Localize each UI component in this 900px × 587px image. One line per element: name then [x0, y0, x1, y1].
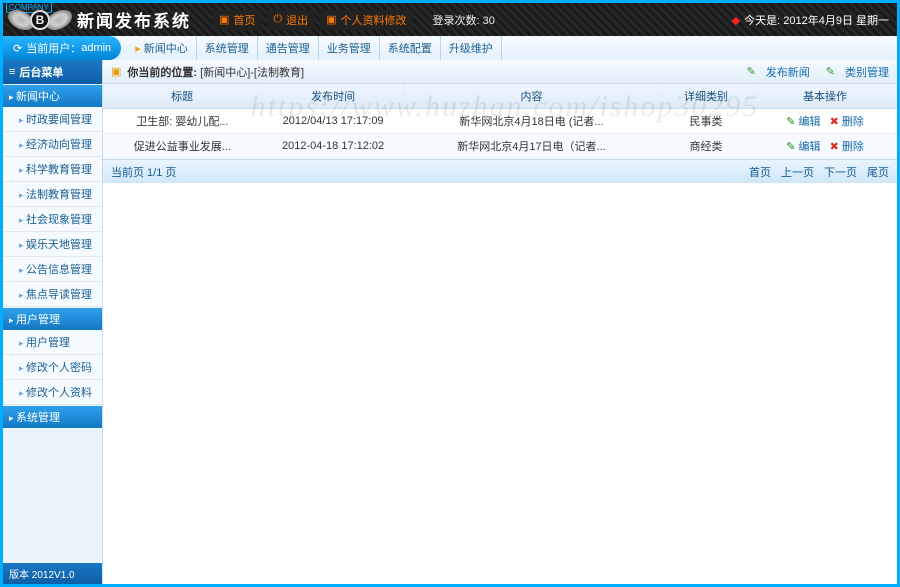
profile-label: 个人资料修改 — [341, 12, 407, 28]
tab-label: 新闻中心 — [144, 40, 188, 56]
tab-news-center[interactable]: ▸新闻中心 — [127, 36, 197, 60]
pager-status: 当前页 1/1 页 — [111, 164, 176, 180]
home-icon: ▣ — [219, 13, 229, 26]
pager-last[interactable]: 尾页 — [867, 164, 889, 180]
col-time: 发布时间 — [262, 84, 405, 109]
cell-title: 促进公益事业发展... — [103, 134, 262, 159]
sidebar-item[interactable]: 修改个人资料 — [3, 380, 102, 405]
content-panel: ▣ 你当前的位置: [新闻中心]-[法制教育] ✎发布新闻 ✎类别管理 标题 发… — [103, 60, 897, 584]
crumb-path: [新闻中心]-[法制教育] — [200, 64, 304, 80]
cell-time: 2012/04/13 17:17:09 — [262, 109, 405, 134]
pager-prev[interactable]: 上一页 — [781, 164, 814, 180]
app-title: 新闻发布系统 — [77, 7, 191, 32]
tab-label: 通告管理 — [266, 40, 310, 56]
home-label: 首页 — [233, 12, 255, 28]
tab-upgrade[interactable]: 升级维护 — [441, 36, 502, 60]
tab-label: 系统配置 — [388, 40, 432, 56]
topbar: B 新闻发布系统 ▣ 首页 ⏻ 退出 ▣ 个人资料修改 登录次数: 30 ◆今天是: … — [0, 0, 900, 36]
cell-title: 卫生部: 婴幼儿配... — [103, 109, 262, 134]
sidebar: ≡后台菜单 新闻中心 时政要闻管理 经济动向管理 科学教育管理 法制教育管理 社… — [3, 60, 103, 584]
delete-button[interactable]: 删除 — [830, 116, 864, 128]
menu-icon: ≡ — [9, 66, 15, 78]
table-row: 促进公益事业发展... 2012-04-18 17:12:02 新华网北京4月1… — [103, 134, 897, 159]
sidebar-item[interactable]: 社会现象管理 — [3, 207, 102, 232]
pager: 当前页 1/1 页 首页 上一页 下一页 尾页 — [103, 159, 897, 183]
breadcrumb: ▣ 你当前的位置: [新闻中心]-[法制教育] ✎发布新闻 ✎类别管理 — [103, 60, 897, 84]
cell-ops: 编辑 删除 — [754, 109, 897, 134]
main-area: ≡后台菜单 新闻中心 时政要闻管理 经济动向管理 科学教育管理 法制教育管理 社… — [0, 60, 900, 587]
folder-icon: ▸ — [135, 42, 141, 55]
sidebar-header: ≡后台菜单 — [3, 60, 102, 84]
profile-button[interactable]: ▣ 个人资料修改 — [320, 10, 412, 30]
cell-cat: 商经类 — [658, 134, 753, 159]
news-table: 标题 发布时间 内容 详细类别 基本操作 卫生部: 婴幼儿配... 2012/0… — [103, 84, 897, 159]
publish-icon: ✎ — [747, 65, 756, 78]
sidebar-item[interactable]: 修改个人密码 — [3, 355, 102, 380]
tab-label: 业务管理 — [327, 40, 371, 56]
sidebar-item[interactable]: 法制教育管理 — [3, 182, 102, 207]
edit-button[interactable]: 编辑 — [786, 116, 820, 128]
delete-button[interactable]: 删除 — [830, 141, 864, 153]
tabstrip: ⟳ 当前用户：admin ▸新闻中心 系统管理 通告管理 业务管理 系统配置 升… — [0, 36, 900, 60]
current-user-pill: ⟳ 当前用户：admin — [3, 36, 121, 60]
tab-label: 升级维护 — [449, 40, 493, 56]
category-mgmt-button[interactable]: ✎类别管理 — [826, 64, 889, 80]
cell-content: 新华网北京4月17日电（记者... — [405, 134, 659, 159]
sidebar-cat-system[interactable]: 系统管理 — [3, 406, 102, 428]
tab-system-config[interactable]: 系统配置 — [380, 36, 441, 60]
edit-button[interactable]: 编辑 — [786, 141, 820, 153]
cell-content: 新华网北京4月18日电 (记者... — [405, 109, 659, 134]
tab-business-mgmt[interactable]: 业务管理 — [319, 36, 380, 60]
pager-next[interactable]: 下一页 — [824, 164, 857, 180]
cell-ops: 编辑 删除 — [754, 134, 897, 159]
profile-icon: ▣ — [326, 13, 336, 26]
logout-button[interactable]: ⏻ 退出 — [267, 10, 314, 30]
col-cat: 详细类别 — [658, 84, 753, 109]
home-button[interactable]: ▣ 首页 — [213, 10, 261, 30]
col-ops: 基本操作 — [754, 84, 897, 109]
logout-label: 退出 — [286, 12, 308, 28]
login-count: 登录次数: 30 — [433, 12, 495, 28]
col-content: 内容 — [405, 84, 659, 109]
sidebar-item[interactable]: 经济动向管理 — [3, 132, 102, 157]
sidebar-cat-news[interactable]: 新闻中心 — [3, 85, 102, 107]
sidebar-item[interactable]: 科学教育管理 — [3, 157, 102, 182]
logo-icon: B — [11, 6, 69, 34]
sidebar-item[interactable]: 用户管理 — [3, 330, 102, 355]
cell-time: 2012-04-18 17:12:02 — [262, 134, 405, 159]
user-icon: ⟳ — [13, 42, 22, 55]
tab-label: 系统管理 — [205, 40, 249, 56]
sidebar-item[interactable]: 时政要闻管理 — [3, 107, 102, 132]
sidebar-item[interactable]: 娱乐天地管理 — [3, 232, 102, 257]
logo-letter: B — [30, 10, 50, 30]
col-title: 标题 — [103, 84, 262, 109]
cell-cat: 民事类 — [658, 109, 753, 134]
crumb-prefix: 你当前的位置: — [127, 64, 197, 80]
publish-news-button[interactable]: ✎发布新闻 — [747, 64, 810, 80]
category-icon: ✎ — [826, 65, 835, 78]
sidebar-item[interactable]: 公告信息管理 — [3, 257, 102, 282]
logout-icon: ⏻ — [273, 13, 282, 26]
tab-system-mgmt[interactable]: 系统管理 — [197, 36, 258, 60]
sidebar-item[interactable]: 焦点导读管理 — [3, 282, 102, 307]
sidebar-footer: 版本 2012V1.0 — [3, 563, 102, 584]
today-date: ◆今天是: 2012年4月9日 星期一 — [732, 12, 889, 28]
table-row: 卫生部: 婴幼儿配... 2012/04/13 17:17:09 新华网北京4月… — [103, 109, 897, 134]
location-icon: ▣ — [111, 65, 121, 78]
tab-notice-mgmt[interactable]: 通告管理 — [258, 36, 319, 60]
sidebar-cat-user[interactable]: 用户管理 — [3, 308, 102, 330]
pager-first[interactable]: 首页 — [749, 164, 771, 180]
